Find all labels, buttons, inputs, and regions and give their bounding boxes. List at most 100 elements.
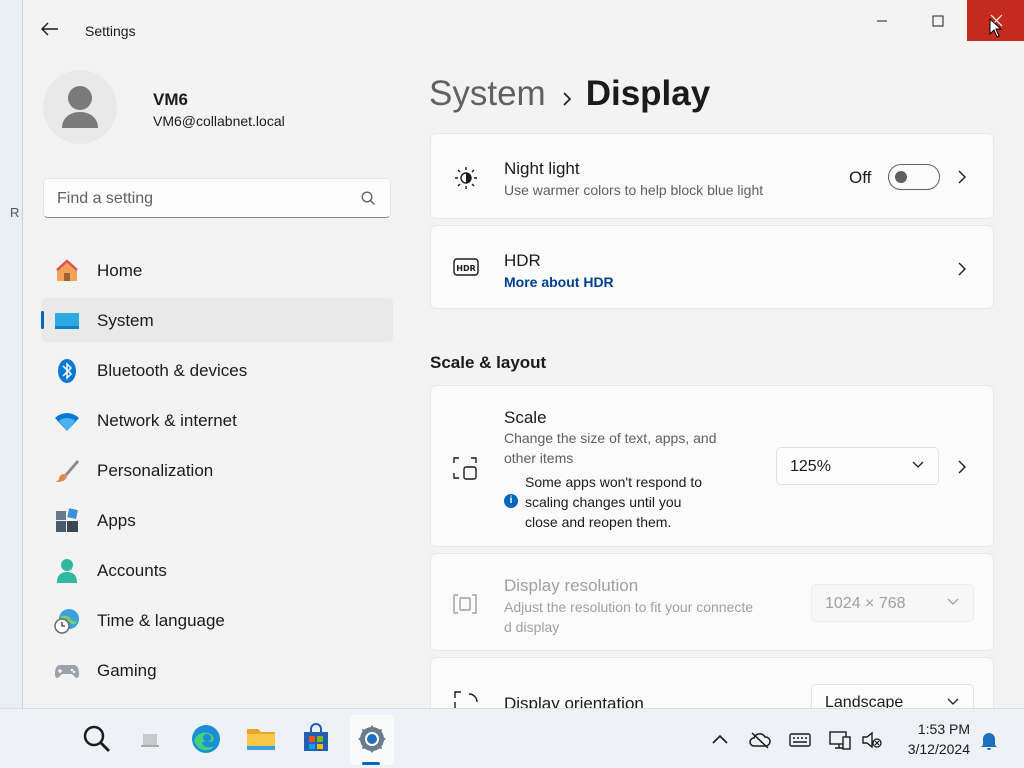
app-title: Settings bbox=[85, 23, 136, 39]
back-button[interactable] bbox=[35, 14, 65, 44]
close-button[interactable] bbox=[967, 0, 1024, 41]
task-view-icon[interactable] bbox=[134, 723, 166, 755]
resolution-icon bbox=[453, 594, 477, 614]
search-input[interactable]: Find a setting bbox=[43, 178, 391, 218]
apps-icon bbox=[56, 508, 78, 532]
notification-bell-icon[interactable] bbox=[978, 729, 1000, 751]
home-icon bbox=[56, 259, 78, 281]
settings-gear-icon[interactable] bbox=[356, 723, 388, 755]
sidebar-item-network[interactable]: Network & internet bbox=[41, 398, 393, 442]
hdr-link[interactable]: More about HDR bbox=[504, 272, 614, 292]
sidebar-item-label: Network & internet bbox=[97, 411, 237, 430]
night-light-card[interactable]: Night light Use warmer colors to help bl… bbox=[430, 133, 994, 219]
night-light-subtitle: Use warmer colors to help block blue lig… bbox=[504, 182, 764, 198]
scale-title: Scale bbox=[504, 408, 547, 427]
active-app-indicator bbox=[362, 762, 380, 765]
orientation-title: Display orientation bbox=[504, 694, 644, 708]
chevron-right-icon bbox=[958, 262, 966, 276]
orientation-value: Landscape bbox=[825, 694, 904, 708]
gamepad-icon bbox=[55, 665, 79, 678]
sidebar-item-gaming[interactable]: Gaming bbox=[41, 648, 393, 692]
scale-dropdown[interactable]: 125% bbox=[776, 447, 939, 485]
speaker-muted-icon[interactable] bbox=[861, 729, 883, 751]
keyboard-icon[interactable] bbox=[789, 729, 811, 751]
sidebar-item-bluetooth[interactable]: Bluetooth & devices bbox=[41, 348, 393, 392]
network-display-icon[interactable] bbox=[829, 729, 851, 751]
desktop-background: R bbox=[0, 0, 22, 708]
chevron-up-icon[interactable] bbox=[709, 729, 731, 751]
avatar bbox=[43, 70, 117, 144]
sidebar-item-accounts[interactable]: Accounts bbox=[41, 548, 393, 592]
scale-card[interactable]: Scale Change the size of text, apps, and… bbox=[430, 385, 994, 547]
minimize-button[interactable] bbox=[853, 0, 911, 41]
page-title: Display bbox=[585, 74, 711, 113]
section-heading: Scale & layout bbox=[430, 353, 547, 372]
sidebar-item-apps[interactable]: Apps bbox=[41, 498, 393, 542]
sidebar-item-home[interactable]: Home bbox=[41, 248, 393, 292]
resolution-value: 1024 × 768 bbox=[825, 595, 906, 612]
chevron-down-icon bbox=[947, 598, 959, 605]
chevron-down-icon bbox=[912, 461, 924, 468]
info-icon: i bbox=[504, 494, 518, 508]
sidebar-item-label: Accounts bbox=[97, 561, 167, 580]
orientation-dropdown[interactable]: Landscape bbox=[811, 684, 974, 708]
hdr-title: HDR bbox=[504, 251, 541, 270]
chevron-down-icon bbox=[947, 698, 959, 705]
clock-time[interactable]: 1:53 PM bbox=[900, 721, 970, 737]
orientation-icon bbox=[454, 691, 478, 708]
night-light-title: Night light bbox=[504, 159, 580, 178]
desktop-fragment: R bbox=[10, 205, 20, 220]
scale-warning: Some apps won't respond to scaling chang… bbox=[525, 472, 735, 532]
resolution-dropdown: 1024 × 768 bbox=[811, 584, 974, 622]
title-bar: Settings bbox=[23, 0, 1024, 42]
resolution-subtitle-line-1: Adjust the resolution to fit your connec… bbox=[504, 599, 754, 615]
back-arrow-icon bbox=[41, 22, 58, 36]
search-icon[interactable] bbox=[81, 723, 113, 755]
file-explorer-icon[interactable] bbox=[245, 723, 277, 755]
svg-text:HDR: HDR bbox=[456, 264, 476, 273]
settings-window: Settings VM6 VM6@collabnet.local Find a … bbox=[22, 0, 1024, 708]
scale-warning-line-1: Some apps won't respond to bbox=[525, 474, 703, 490]
resolution-title: Display resolution bbox=[504, 576, 639, 595]
night-light-state: Off bbox=[849, 168, 872, 187]
sidebar-item-label: Personalization bbox=[97, 461, 214, 480]
clock-date[interactable]: 3/12/2024 bbox=[893, 741, 970, 757]
edge-browser-icon[interactable] bbox=[190, 723, 222, 755]
scale-icon bbox=[453, 457, 477, 480]
toggle-knob bbox=[895, 171, 907, 183]
mouse-cursor-icon bbox=[989, 18, 1003, 38]
scale-subtitle-line-1: Change the size of text, apps, and bbox=[504, 430, 717, 446]
chevron-right-icon bbox=[562, 76, 572, 116]
sidebar-nav: Home System Bluetooth & devices Network … bbox=[41, 248, 393, 698]
taskbar: 1:53 PM 3/12/2024 bbox=[0, 708, 1024, 768]
sidebar-item-time-language[interactable]: Time & language bbox=[41, 598, 393, 642]
orientation-card[interactable]: Display orientation Landscape bbox=[430, 657, 994, 708]
sidebar-item-label: Home bbox=[97, 261, 143, 280]
bluetooth-icon bbox=[58, 359, 76, 383]
sidebar-item-label: System bbox=[97, 311, 154, 330]
scale-warning-line-3: close and reopen them. bbox=[525, 514, 672, 530]
user-name: VM6 bbox=[153, 90, 188, 109]
scale-subtitle-line-2: other items bbox=[504, 450, 574, 466]
resolution-subtitle-line-2: d display bbox=[504, 619, 560, 635]
microsoft-store-icon[interactable] bbox=[300, 723, 332, 755]
maximize-button[interactable] bbox=[909, 0, 967, 41]
sidebar-item-system[interactable]: System bbox=[41, 298, 393, 342]
chevron-right-icon bbox=[958, 170, 966, 184]
maximize-icon bbox=[932, 15, 944, 26]
sidebar-item-label: Time & language bbox=[97, 611, 225, 630]
sidebar-item-personalization[interactable]: Personalization bbox=[41, 448, 393, 492]
onedrive-icon[interactable] bbox=[749, 729, 771, 751]
globe-clock-icon bbox=[54, 609, 79, 634]
brightness-icon bbox=[455, 167, 477, 189]
search-placeholder: Find a setting bbox=[57, 190, 154, 207]
brush-icon bbox=[56, 460, 79, 482]
person-icon bbox=[62, 86, 98, 128]
breadcrumb-parent[interactable]: System bbox=[429, 74, 546, 113]
scale-warning-line-2: scaling changes until you bbox=[525, 494, 682, 510]
scale-value: 125% bbox=[790, 458, 831, 475]
hdr-card[interactable]: HDR HDR More about HDR bbox=[430, 225, 994, 309]
sidebar-item-label: Gaming bbox=[97, 661, 157, 680]
night-light-toggle[interactable] bbox=[888, 164, 940, 190]
system-icon bbox=[55, 313, 79, 329]
